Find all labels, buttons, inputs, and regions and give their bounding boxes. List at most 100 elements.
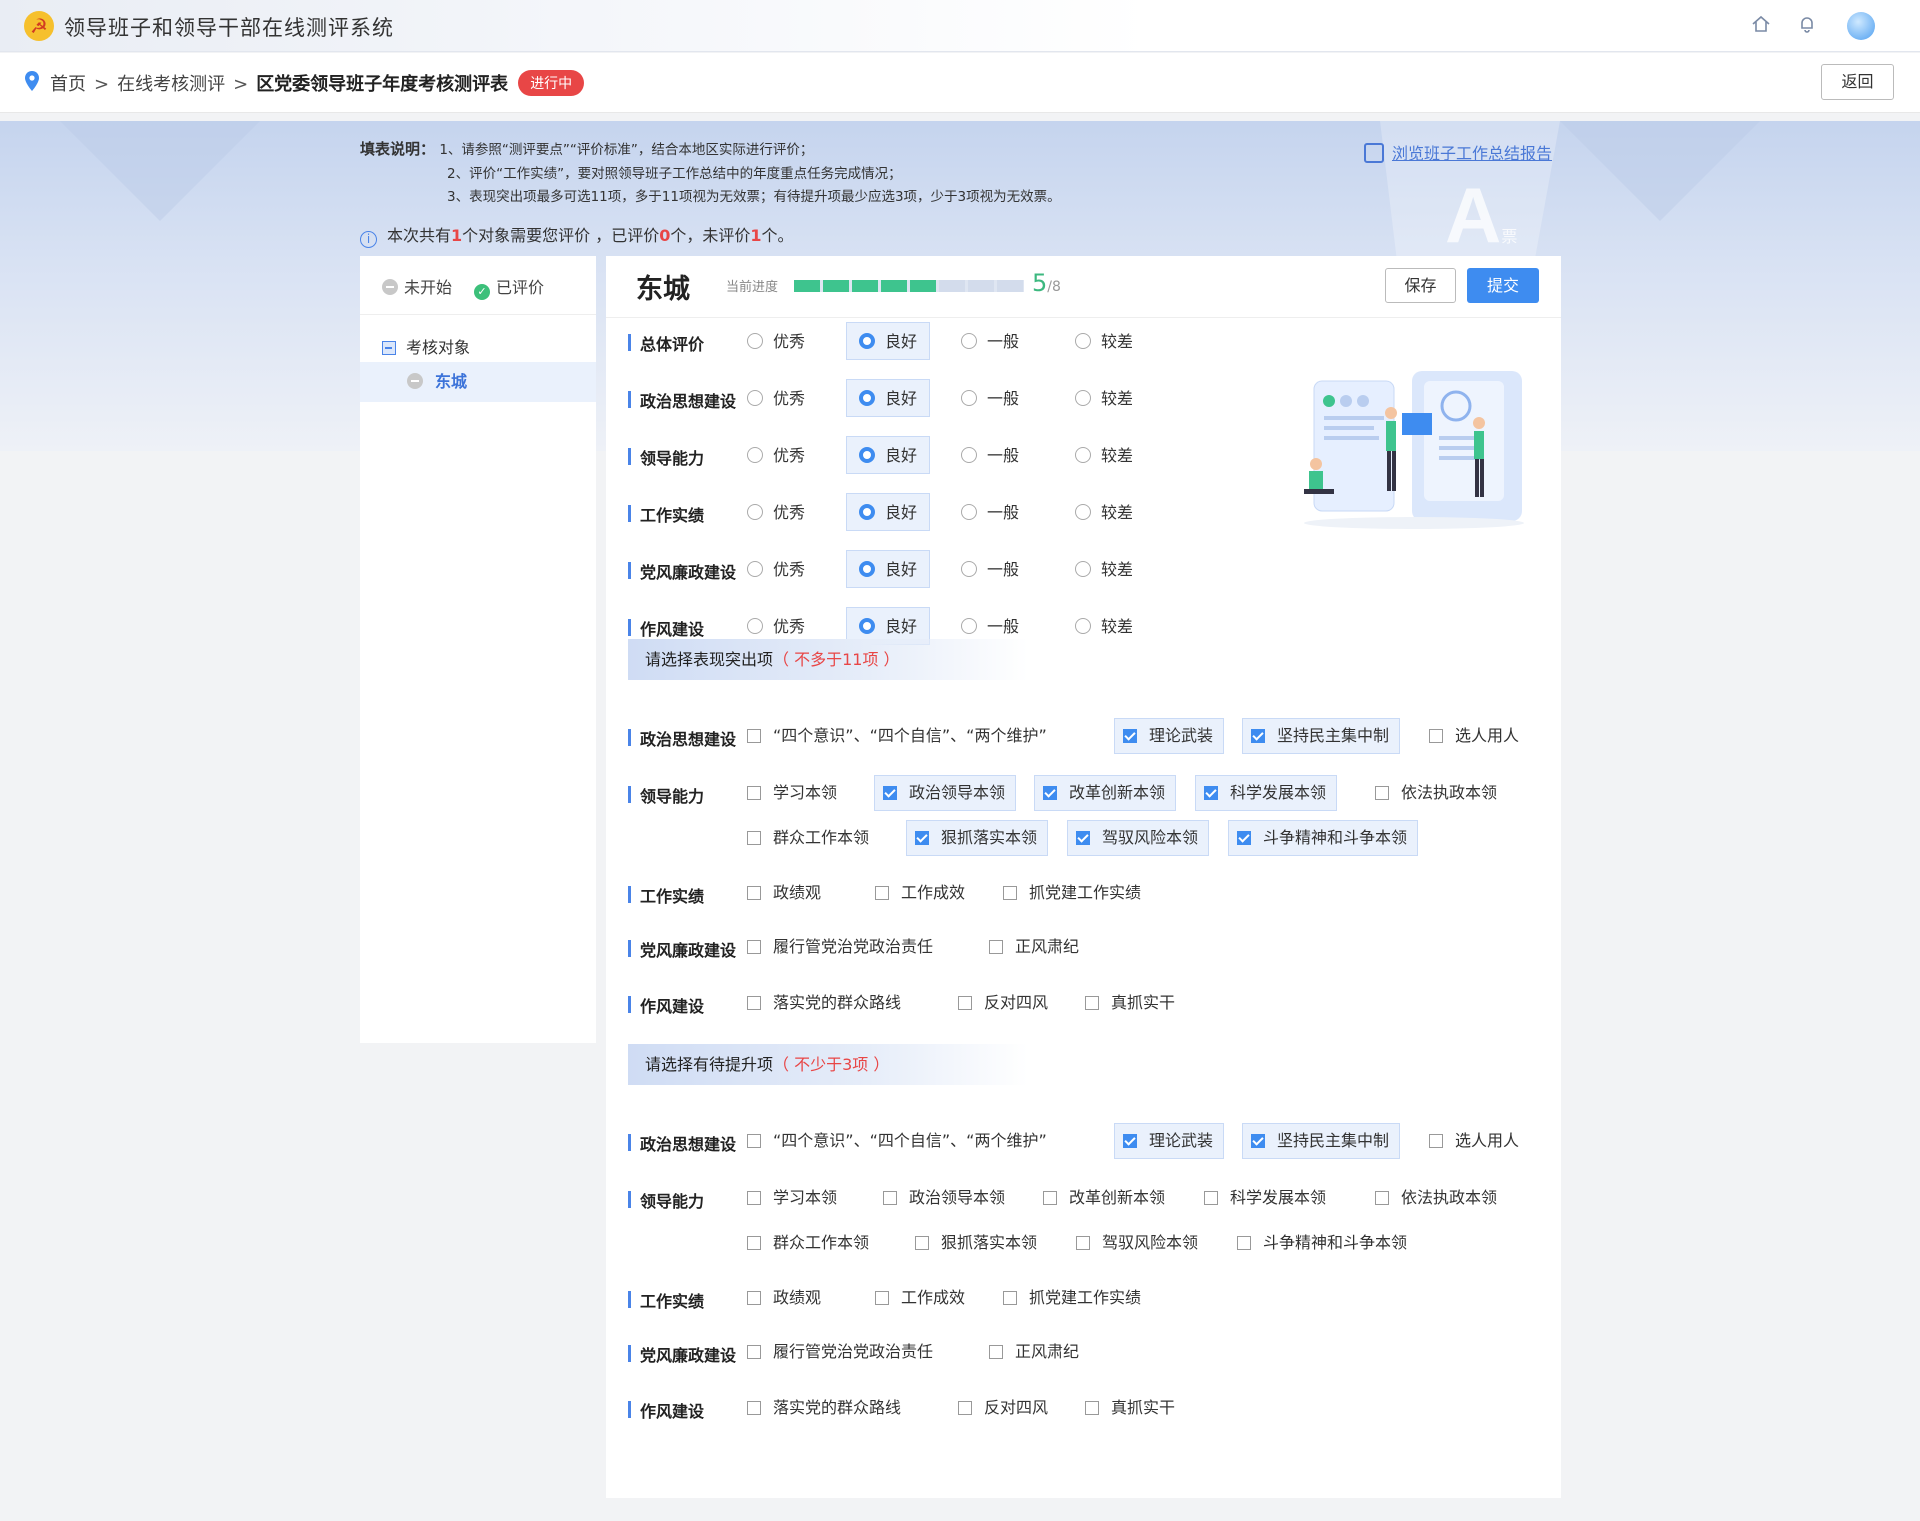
checkbox-label: 工作成效 <box>901 1288 966 1307</box>
rating-radio-option[interactable]: 一般 <box>948 436 1032 474</box>
radio-label: 一般 <box>987 617 1020 636</box>
checkbox-label: 改革创新本领 <box>1069 1188 1166 1207</box>
rating-radio-option[interactable]: 良好 <box>846 322 931 360</box>
improve-checkbox-option[interactable]: 科学发展本领 <box>1203 1180 1335 1216</box>
outstanding-checkbox-option[interactable]: 真抓实干 <box>1084 985 1184 1021</box>
outstanding-checkbox-option[interactable]: 学习本领 <box>746 775 846 811</box>
outstanding-checkbox-option[interactable]: 群众工作本领 <box>746 820 878 856</box>
radio-icon <box>1075 504 1091 520</box>
rating-radio-option[interactable]: 较差 <box>1062 607 1146 645</box>
improve-checkbox-option[interactable]: 改革创新本领 <box>1042 1180 1174 1216</box>
improve-checkbox-option[interactable]: 落实党的群众路线 <box>746 1390 910 1426</box>
improve-checkbox-option[interactable]: 驾驭风险本领 <box>1075 1225 1207 1261</box>
improve-checkbox-option[interactable]: 政治领导本领 <box>882 1180 1014 1216</box>
legend-evaluated: 已评价 <box>496 278 545 297</box>
submit-button[interactable]: 提交 <box>1467 268 1539 303</box>
improve-checkbox-option[interactable]: 真抓实干 <box>1084 1390 1184 1426</box>
rating-radio-option[interactable]: 良好 <box>846 550 931 588</box>
status-legend: 未开始 ✓ 已评价 <box>382 274 544 300</box>
rating-radio-option[interactable]: 良好 <box>846 493 931 531</box>
rating-radio-option[interactable]: 一般 <box>948 322 1032 360</box>
rating-radio-option[interactable]: 一般 <box>948 493 1032 531</box>
improve-checkbox-option[interactable]: 坚持民主集中制 <box>1242 1123 1401 1159</box>
rating-radio-option[interactable]: 较差 <box>1062 322 1146 360</box>
improve-checkbox-option[interactable]: 群众工作本领 <box>746 1225 878 1261</box>
checkbox-label: 政绩观 <box>773 883 822 902</box>
improve-checkbox-option[interactable]: 抓党建工作实绩 <box>1002 1280 1150 1316</box>
back-button[interactable]: 返回 <box>1821 64 1894 100</box>
rating-radio-option[interactable]: 较差 <box>1062 436 1146 474</box>
rating-row-label: 政治思想建设 <box>628 388 736 412</box>
outstanding-checkbox-option[interactable]: 理论武装 <box>1114 718 1225 754</box>
rating-radio-option[interactable]: 较差 <box>1062 379 1146 417</box>
outstanding-checkbox-option[interactable]: 坚持民主集中制 <box>1242 718 1401 754</box>
rating-radio-option[interactable]: 一般 <box>948 379 1032 417</box>
improve-checkbox-option[interactable]: 选人用人 <box>1428 1123 1528 1159</box>
outstanding-checkbox-option[interactable]: 政治领导本领 <box>874 775 1017 811</box>
radio-icon <box>859 561 875 577</box>
checkbox-icon <box>747 1345 761 1359</box>
checkbox-icon <box>989 940 1003 954</box>
rating-radio-option[interactable]: 较差 <box>1062 493 1146 531</box>
outstanding-checkbox-option[interactable]: 斗争精神和斗争本领 <box>1228 820 1419 856</box>
outstanding-checkbox-option[interactable]: 工作成效 <box>874 875 974 911</box>
progress-segment <box>823 280 849 292</box>
outstanding-checkbox-option[interactable]: 狠抓落实本领 <box>906 820 1049 856</box>
rating-radio-option[interactable]: 良好 <box>846 436 931 474</box>
outstanding-checkbox-option[interactable]: 抓党建工作实绩 <box>1002 875 1150 911</box>
checkbox-label: 群众工作本领 <box>773 1233 870 1252</box>
summary-todo: 1 <box>750 226 762 245</box>
breadcrumb-home[interactable]: 首页 <box>50 74 86 95</box>
improve-checkbox-option[interactable]: 斗争精神和斗争本领 <box>1236 1225 1416 1261</box>
rating-radio-option[interactable]: 较差 <box>1062 550 1146 588</box>
outstanding-checkbox-option[interactable]: 选人用人 <box>1428 718 1528 754</box>
improve-checkbox-option[interactable]: 依法执政本领 <box>1374 1180 1506 1216</box>
tree-root[interactable]: 考核对象 <box>382 334 470 358</box>
rating-radio-option[interactable]: 一般 <box>948 550 1032 588</box>
outstanding-checkbox-option[interactable]: 驾驭风险本领 <box>1067 820 1210 856</box>
improve-checkbox-option[interactable]: 狠抓落实本领 <box>914 1225 1046 1261</box>
rating-radio-option[interactable]: 优秀 <box>734 322 818 360</box>
breadcrumb-assessment[interactable]: 在线考核测评 <box>117 74 225 95</box>
outstanding-checkbox-option[interactable]: 政绩观 <box>746 875 830 911</box>
rating-radio-option[interactable]: 优秀 <box>734 550 818 588</box>
outstanding-checkbox-option[interactable]: 科学发展本领 <box>1195 775 1338 811</box>
radio-label: 较差 <box>1101 503 1134 522</box>
collapse-icon[interactable] <box>382 341 396 355</box>
improve-checkbox-option[interactable]: 反对四风 <box>957 1390 1057 1426</box>
avatar[interactable] <box>1847 12 1875 40</box>
improve-checkbox-option[interactable]: 履行管党治党政治责任 <box>746 1334 942 1370</box>
instructions-lead: 填表说明： <box>360 140 436 158</box>
rating-radio-option[interactable]: 优秀 <box>734 493 818 531</box>
report-link[interactable]: 浏览班子工作总结报告 <box>1364 140 1552 164</box>
improve-checkbox-option[interactable]: 正风肃纪 <box>988 1334 1088 1370</box>
progress-bar <box>794 280 1024 292</box>
radio-icon <box>747 618 763 634</box>
improve-checkbox-option[interactable]: 政绩观 <box>746 1280 830 1316</box>
save-button[interactable]: 保存 <box>1385 268 1456 303</box>
rating-radio-option[interactable]: 优秀 <box>734 379 818 417</box>
outstanding-checkbox-option[interactable]: 落实党的群众路线 <box>746 985 910 1021</box>
radio-label: 优秀 <box>773 446 806 465</box>
outstanding-checkbox-option[interactable]: 反对四风 <box>957 985 1057 1021</box>
improve-checkbox-option[interactable]: 学习本领 <box>746 1180 846 1216</box>
checkbox-label: 依法执政本领 <box>1401 783 1498 802</box>
home-icon[interactable] <box>1750 14 1772 36</box>
outstanding-checkbox-option[interactable]: 正风肃纪 <box>988 929 1088 965</box>
outstanding-checkbox-option[interactable]: 改革创新本领 <box>1034 775 1177 811</box>
improve-checkbox-option[interactable]: 工作成效 <box>874 1280 974 1316</box>
radio-icon <box>747 561 763 577</box>
rating-radio-option[interactable]: 优秀 <box>734 436 818 474</box>
rating-radio-option[interactable]: 良好 <box>846 379 931 417</box>
improve-checkbox-option[interactable]: “四个意识”、“四个自信”、“两个维护” <box>746 1123 1056 1159</box>
improve-checkbox-option[interactable]: 理论武装 <box>1114 1123 1225 1159</box>
tree-item-dongcheng[interactable]: 东城 <box>360 362 596 402</box>
outstanding-checkbox-option[interactable]: 履行管党治党政治责任 <box>746 929 942 965</box>
bell-icon[interactable] <box>1796 14 1818 36</box>
radio-icon <box>1075 561 1091 577</box>
outstanding-checkbox-option[interactable]: 依法执政本领 <box>1374 775 1506 811</box>
checkbox-icon <box>1076 831 1090 845</box>
radio-icon <box>961 561 977 577</box>
rating-row-label: 作风建设 <box>628 616 704 640</box>
outstanding-checkbox-option[interactable]: “四个意识”、“四个自信”、“两个维护” <box>746 718 1056 754</box>
